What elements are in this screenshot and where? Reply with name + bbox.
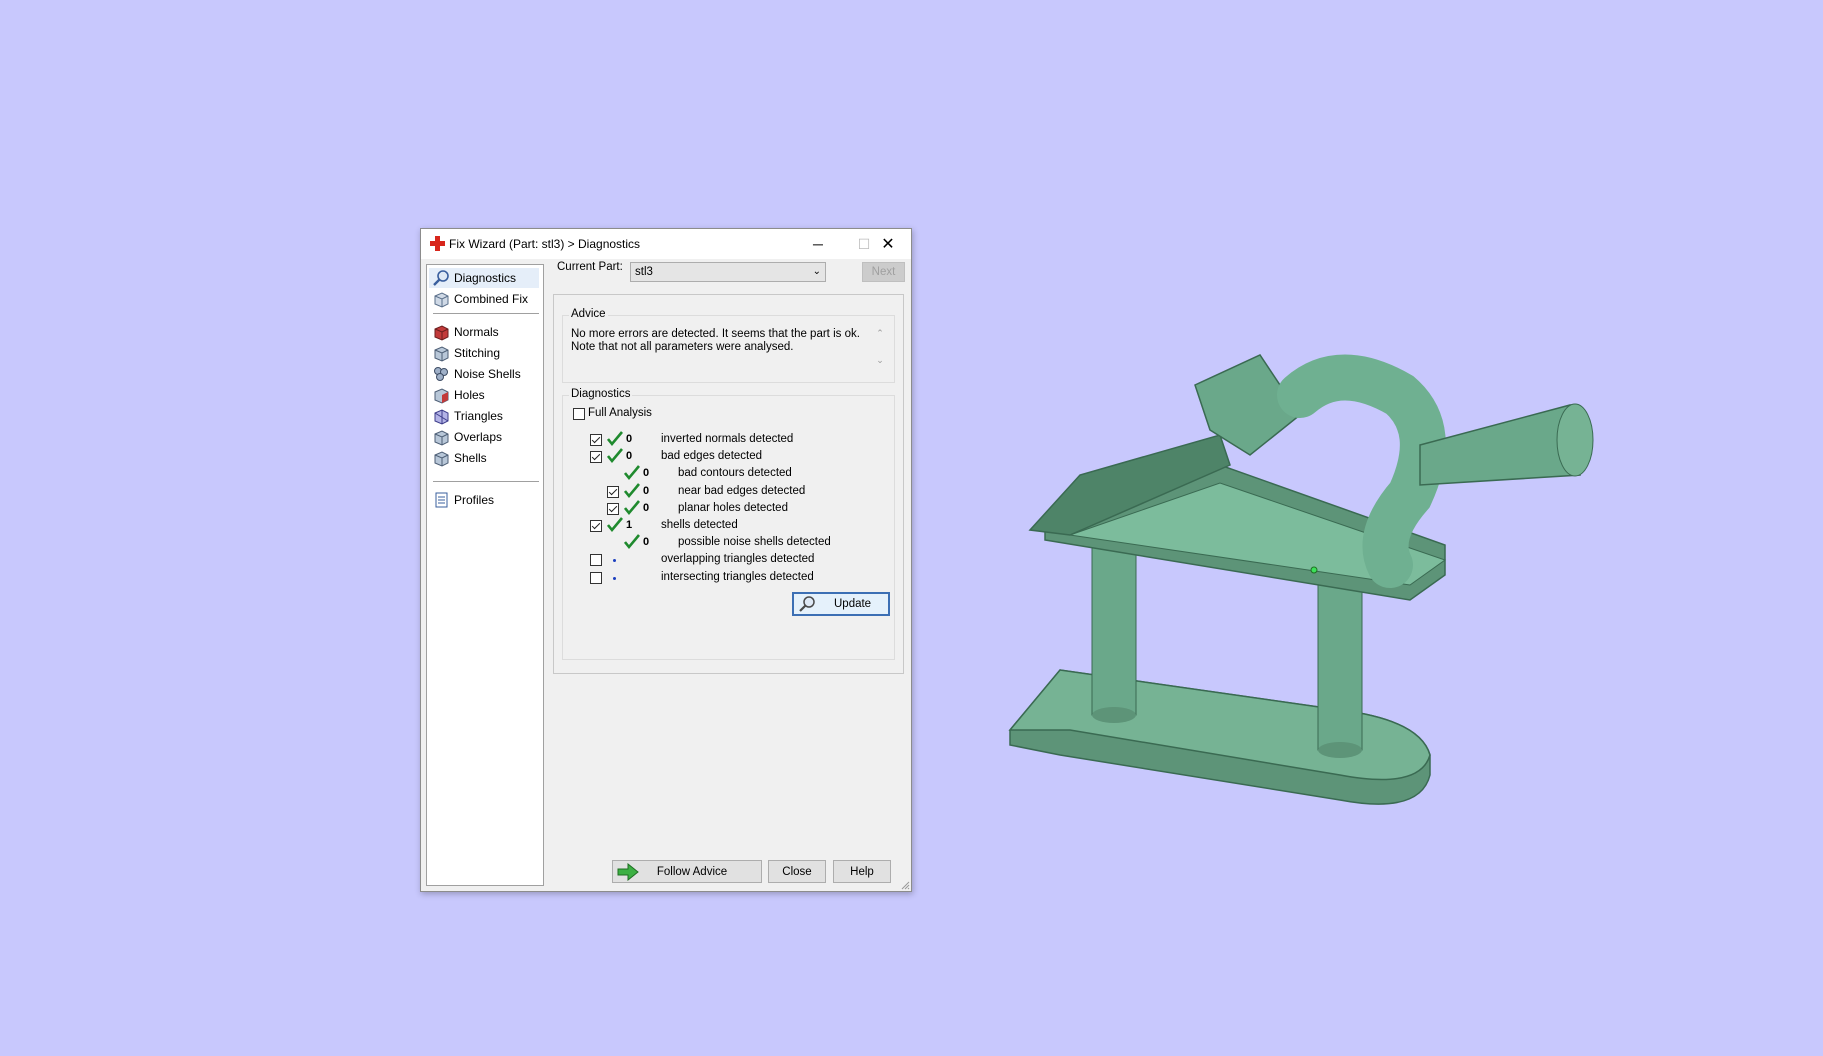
- diagnostic-text: bad contours detected: [678, 467, 792, 479]
- scroll-down-icon[interactable]: ⌄: [873, 355, 887, 366]
- help-button[interactable]: Help: [833, 860, 891, 883]
- nav-item-label: Stitching: [454, 346, 501, 360]
- diagnostic-text: inverted normals detected: [661, 433, 794, 445]
- nav-item-label: Shells: [454, 451, 487, 465]
- current-part-value: stl3: [635, 266, 653, 278]
- diagnostic-text: planar holes detected: [678, 502, 788, 514]
- window-title: Fix Wizard (Part: stl3) > Diagnostics: [449, 237, 641, 251]
- pending-dot-icon: [613, 559, 616, 562]
- close-window-button[interactable]: ✕: [865, 229, 911, 259]
- profiles-icon: [435, 492, 448, 508]
- nav-divider: [433, 313, 539, 314]
- diagnostics-group: Diagnostics Full Analysis 0 inverted norm…: [562, 388, 895, 660]
- diagnostic-text: overlapping triangles detected: [661, 553, 815, 565]
- nav-item-label: Combined Fix: [454, 292, 529, 306]
- nav-item-triangles[interactable]: Triangles: [429, 406, 503, 426]
- check-ok-icon: [624, 534, 640, 550]
- combined-fix-icon: [434, 292, 449, 308]
- diagnostic-count: 0: [643, 467, 650, 479]
- nav-item-label: Holes: [454, 388, 485, 402]
- check-ok-icon: [624, 483, 640, 499]
- current-part-select[interactable]: stl3 ⌄: [630, 262, 826, 282]
- diagnostic-checkbox[interactable]: [607, 486, 619, 498]
- full-analysis-checkbox[interactable]: [573, 408, 585, 420]
- nav-item-label: Profiles: [454, 493, 495, 507]
- advice-text: No more errors are detected. It seems th…: [571, 328, 882, 380]
- magnifier-icon: [433, 270, 449, 286]
- current-part-label: Current Part:: [557, 261, 623, 273]
- diagnostic-text: near bad edges detected: [678, 485, 806, 497]
- normals-icon: [434, 325, 449, 341]
- diagnostic-text: shells detected: [661, 519, 738, 531]
- diagnostic-checkbox[interactable]: [590, 434, 602, 446]
- advice-group: Advice No more errors are detected. It s…: [562, 308, 895, 383]
- stitching-icon: [434, 346, 449, 362]
- close-button[interactable]: Close: [768, 860, 826, 883]
- resize-grip-icon[interactable]: [900, 880, 910, 890]
- diagnostic-text: possible noise shells detected: [678, 536, 831, 548]
- advice-line-1: No more errors are detected. It seems th…: [571, 328, 860, 340]
- diagnostic-checkbox[interactable]: [590, 572, 602, 584]
- update-button[interactable]: Update: [792, 592, 890, 616]
- nav-item-holes[interactable]: Holes: [429, 385, 485, 405]
- nav-item-label: Diagnostics: [454, 271, 517, 285]
- diagnostics-title: Diagnostics: [569, 388, 633, 400]
- minimize-button[interactable]: ─: [795, 229, 841, 259]
- triangles-icon: [434, 409, 449, 425]
- diagnostic-checkbox[interactable]: [590, 554, 602, 566]
- next-button[interactable]: Next: [862, 262, 905, 282]
- nav-item-label: Triangles: [454, 409, 503, 423]
- check-ok-icon: [624, 465, 640, 481]
- diagnostic-text: intersecting triangles detected: [661, 571, 814, 583]
- arrow-right-icon: [617, 863, 639, 881]
- follow-advice-button[interactable]: Follow Advice: [612, 860, 762, 883]
- nav-item-overlaps[interactable]: Overlaps: [429, 427, 502, 447]
- diagnostic-checkbox[interactable]: [590, 451, 602, 463]
- diagnostic-checkbox[interactable]: [607, 503, 619, 515]
- noise-shells-icon: [434, 367, 448, 381]
- diagnostic-count: 0: [643, 502, 650, 514]
- check-ok-icon: [607, 517, 623, 533]
- check-ok-icon: [607, 431, 623, 447]
- chevron-down-icon: ⌄: [812, 266, 821, 277]
- overlaps-icon: [434, 430, 449, 446]
- nav-item-stitching[interactable]: Stitching: [429, 343, 500, 363]
- nav-item-diagnostics[interactable]: Diagnostics: [429, 268, 539, 288]
- advice-title: Advice: [569, 308, 608, 320]
- diagnostic-count: 0: [626, 450, 633, 462]
- check-ok-icon: [624, 500, 640, 516]
- nav-item-label: Overlaps: [454, 430, 503, 444]
- scroll-up-icon[interactable]: ⌃: [873, 328, 887, 339]
- advice-scrollbar[interactable]: ⌃ ⌄: [873, 328, 887, 374]
- diagnostics-panel: Advice No more errors are detected. It s…: [553, 294, 904, 674]
- holes-icon: [434, 388, 449, 404]
- fix-wizard-window: Fix Wizard (Part: stl3) > Diagnostics ─ …: [420, 228, 912, 892]
- update-label: Update: [834, 598, 872, 610]
- title-bar[interactable]: Fix Wizard (Part: stl3) > Diagnostics ─ …: [421, 229, 911, 259]
- full-analysis-label: Full Analysis: [588, 407, 652, 419]
- diagnostic-text: bad edges detected: [661, 450, 763, 462]
- diagnostic-count: 0: [626, 433, 633, 445]
- nav-item-label: Normals: [454, 325, 499, 339]
- wizard-nav: Diagnostics Combined Fix Normals Stitchi…: [426, 264, 544, 886]
- advice-line-2: Note that not all parameters were analys…: [571, 341, 794, 353]
- check-ok-icon: [607, 448, 623, 464]
- nav-item-profiles[interactable]: Profiles: [429, 490, 494, 510]
- nav-item-combined-fix[interactable]: Combined Fix: [429, 289, 528, 309]
- diagnostic-count: 1: [626, 519, 633, 531]
- pending-dot-icon: [613, 577, 616, 580]
- nav-item-label: Noise Shells: [454, 367, 521, 381]
- diagnostic-count: 0: [643, 536, 650, 548]
- shells-icon: [434, 451, 449, 467]
- nav-divider: [433, 481, 539, 482]
- nav-item-normals[interactable]: Normals: [429, 322, 499, 342]
- diagnostic-count: 0: [643, 485, 650, 497]
- red-cross-icon: [430, 236, 445, 251]
- magnifier-icon: [799, 596, 815, 612]
- nav-item-shells[interactable]: Shells: [429, 448, 487, 468]
- diagnostic-checkbox[interactable]: [590, 520, 602, 532]
- follow-advice-label: Follow Advice: [656, 865, 728, 878]
- 3d-part-model[interactable]: [1000, 335, 1620, 825]
- nav-item-noise-shells[interactable]: Noise Shells: [429, 364, 521, 384]
